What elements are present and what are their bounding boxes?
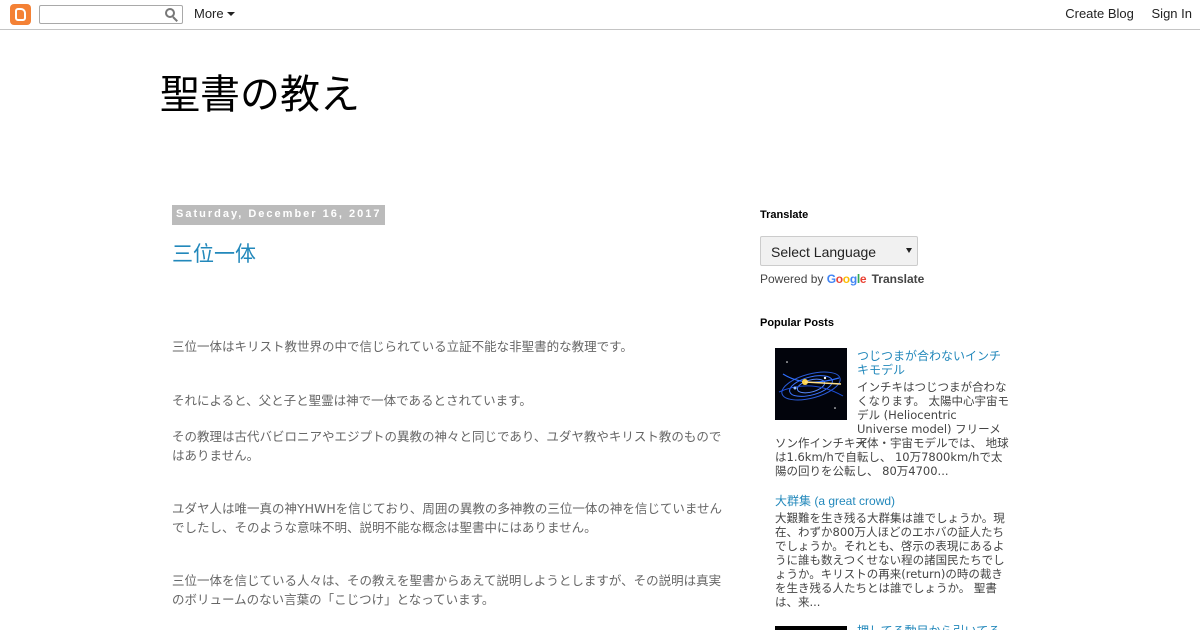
sign-in-link[interactable]: Sign In [1152,6,1192,21]
popular-post-title[interactable]: つじつまが合わないインチキモデル [857,349,1007,377]
more-label: More [194,6,224,21]
navbar-right: Create Blog Sign In [1051,6,1192,21]
post-paragraph: 三位一体を信じている人々は、その教えを聖書からあえて説明しようとしますが、その説… [172,573,722,607]
more-menu-button[interactable]: More [194,6,235,21]
google-logo: Google [826,272,867,286]
popular-post-title[interactable]: 大群集 (a great crowd) [775,494,1011,508]
search-input[interactable] [39,5,183,24]
create-blog-link[interactable]: Create Blog [1065,6,1134,21]
powered-by-google: Powered by Google Translate [760,272,924,286]
language-select[interactable]: Select Language [760,236,918,266]
caret-down-icon [226,12,235,16]
post-paragraph: 三位一体はキリスト教世界の中で信じられている立証不能な非聖書的な教理です。 [172,339,633,354]
navbar: More Create Blog Sign In [0,0,1200,30]
powered-by-text: Powered by [760,272,824,286]
post-paragraph: ユダヤ人は唯一真の神YHWHを信じており、周囲の異教の多神教の三位一体の神を信じ… [172,501,723,535]
popular-posts-title: Popular Posts [760,317,834,329]
popular-post-title[interactable]: 押してる動目から引いてる [857,624,1007,630]
search-icon[interactable] [163,7,179,23]
translate-link[interactable]: Translate [872,272,925,286]
blog-title[interactable]: 聖書の教え [160,62,360,120]
blogger-logo-icon[interactable] [10,4,31,25]
popular-post-snippet: 大艱難を生き残る大群集は誰でしょうか。現在、わずか800万人ほどのエホバの証人た… [775,511,1005,609]
translate-widget-title: Translate [760,209,809,221]
language-select-label: Select Language [771,244,877,260]
dropdown-arrow-icon [906,248,912,253]
post-thumbnail[interactable] [775,626,847,630]
post-paragraph: それによると、父と子と聖霊は神で一体であるとされています。 [172,393,532,408]
post-paragraph: その教理は古代バビロニアやエジプトの異教の神々と同じであり、ユダヤ教やキリスト教… [172,429,722,463]
post-title[interactable]: 三位一体 [172,238,256,268]
post-thumbnail-solar-orbits[interactable] [775,348,847,420]
popular-post-snippet: ソン作インチキ天体・宇宙モデルでは、 地球は1.6km/hで自転し、 10万78… [775,436,1009,478]
date-header: Saturday, December 16, 2017 [172,205,386,225]
